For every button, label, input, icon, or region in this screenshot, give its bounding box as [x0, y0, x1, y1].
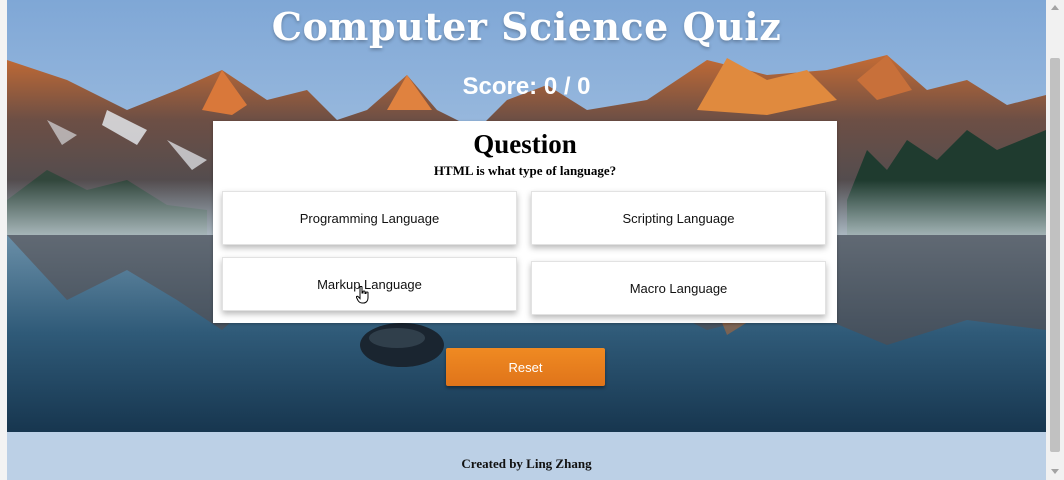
page-title: Computer Science Quiz: [271, 4, 782, 49]
score-display: Score: 0 / 0: [462, 73, 591, 100]
scrollbar-thumb[interactable]: [1050, 58, 1060, 452]
scroll-down-arrow-icon[interactable]: [1051, 469, 1059, 474]
question-card: Question HTML is what type of language? …: [213, 121, 837, 323]
page: Computer Science Quiz Score: 0 / 0 Quest…: [0, 0, 1064, 480]
answer-label: Scripting Language: [622, 210, 735, 226]
footer: Created by Ling Zhang: [7, 432, 1046, 480]
answer-label: Programming Language: [299, 210, 440, 226]
hand-pointer-icon: [356, 286, 369, 304]
answer-button-macro-language[interactable]: Macro Language: [531, 261, 826, 315]
answer-button-scripting-language[interactable]: Scripting Language: [531, 191, 826, 245]
question-heading: Question: [473, 129, 577, 159]
footer-credit: Created by Ling Zhang: [461, 456, 592, 471]
answer-button-programming-language[interactable]: Programming Language: [222, 191, 517, 245]
left-margin: [0, 0, 7, 480]
answer-label: Macro Language: [629, 280, 728, 296]
scroll-up-arrow-icon[interactable]: [1051, 5, 1059, 10]
reset-button[interactable]: Reset: [446, 348, 605, 386]
question-text: HTML is what type of language?: [433, 163, 617, 178]
vertical-scrollbar[interactable]: [1046, 0, 1064, 480]
